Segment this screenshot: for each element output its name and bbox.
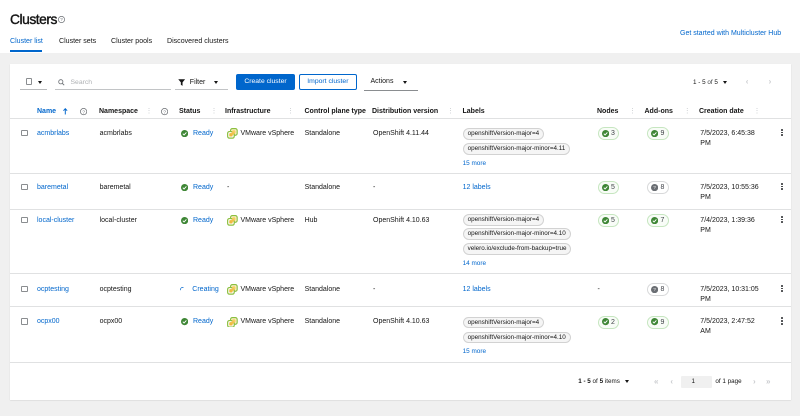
svg-text:?: ? [82, 110, 85, 116]
svg-text:?: ? [60, 17, 63, 23]
svg-text:?: ? [654, 287, 657, 293]
svg-text:?: ? [163, 110, 166, 116]
svg-text:?: ? [654, 185, 657, 191]
